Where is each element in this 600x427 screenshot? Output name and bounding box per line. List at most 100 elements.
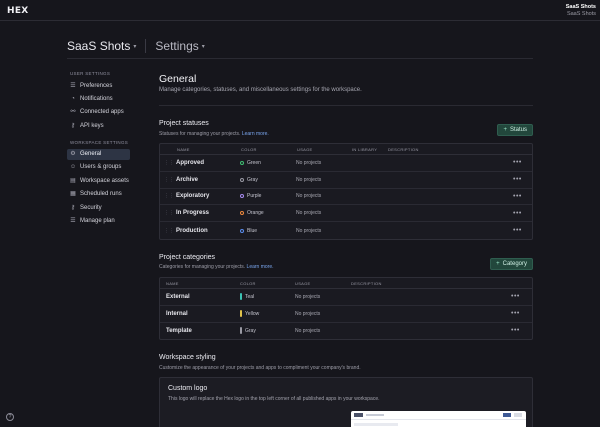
drag-handle-icon[interactable]: ⋮⋮ bbox=[164, 189, 174, 205]
sidebar-item-users-groups[interactable]: ☺ Users & groups bbox=[67, 162, 130, 173]
add-category-button[interactable]: + Category bbox=[490, 258, 533, 270]
breadcrumb-page[interactable]: Settings bbox=[155, 39, 198, 53]
table-row[interactable]: ⋮⋮ Exploratory Purple No projects ••• bbox=[160, 189, 532, 206]
row-color[interactable]: Blue bbox=[240, 222, 257, 239]
color-label: Yellow bbox=[245, 310, 260, 317]
sidebar-item-label: General bbox=[80, 151, 102, 158]
preview-button-secondary bbox=[514, 413, 522, 417]
sidebar: USER SETTINGS ☰ Preferences ◔ Notificati… bbox=[67, 70, 130, 229]
styling-title: Workspace styling bbox=[159, 354, 216, 361]
sidebar-item-workspace-assets[interactable]: ▤ Workspace assets bbox=[67, 175, 130, 186]
sidebar-item-connected-apps[interactable]: ⚯ Connected apps bbox=[67, 107, 130, 118]
color-label: Gray bbox=[245, 327, 256, 334]
row-color[interactable]: Teal bbox=[240, 289, 254, 305]
sidebar-item-security[interactable]: ⚷ Security bbox=[67, 202, 130, 213]
sidebar-item-label: Connected apps bbox=[80, 109, 124, 116]
row-usage: No projects bbox=[295, 293, 321, 300]
add-status-label: Status bbox=[509, 127, 527, 133]
row-usage: No projects bbox=[296, 176, 322, 183]
categories-learn-more-link[interactable]: Learn more. bbox=[247, 264, 274, 270]
table-row[interactable]: ⋮⋮ Production Blue No projects ••• bbox=[160, 222, 532, 239]
chevron-down-icon[interactable]: ▾ bbox=[202, 43, 205, 50]
row-name: In Progress bbox=[176, 210, 210, 217]
color-label: Gray bbox=[247, 176, 258, 183]
row-name: Exploratory bbox=[176, 193, 210, 200]
styling-subtitle: Customize the appearance of your project… bbox=[159, 365, 361, 371]
custom-logo-title: Custom logo bbox=[168, 385, 208, 392]
drag-handle-icon[interactable]: ⋮⋮ bbox=[164, 172, 174, 188]
key-icon: ⚷ bbox=[70, 204, 76, 211]
sidebar-item-api-keys[interactable]: ⚷ API keys bbox=[67, 120, 130, 131]
table-row[interactable]: Template Gray No projects ••• bbox=[160, 323, 532, 340]
sidebar-item-label: Users & groups bbox=[80, 164, 122, 171]
sidebar-item-notifications[interactable]: ◔ Notifications bbox=[67, 93, 130, 104]
more-options-icon[interactable]: ••• bbox=[513, 189, 522, 205]
sidebar-heading-workspace: WORKSPACE SETTINGS bbox=[70, 139, 129, 145]
sidebar-item-manage-plan[interactable]: ☰ Manage plan bbox=[67, 216, 130, 227]
breadcrumb-divider bbox=[145, 39, 147, 53]
row-color[interactable]: Yellow bbox=[240, 306, 259, 322]
sidebar-item-label: Manage plan bbox=[80, 218, 115, 225]
color-label: Green bbox=[247, 159, 261, 166]
row-color[interactable]: Green bbox=[240, 155, 261, 171]
table-row[interactable]: Internal Yellow No projects ••• bbox=[160, 306, 532, 323]
sidebar-item-general[interactable]: ⚙ General bbox=[67, 148, 130, 160]
more-options-icon[interactable]: ••• bbox=[513, 205, 522, 221]
help-icon[interactable]: ? bbox=[6, 413, 14, 421]
row-usage: No projects bbox=[296, 227, 322, 234]
more-options-icon[interactable]: ••• bbox=[511, 306, 520, 322]
page-title: General bbox=[159, 73, 197, 85]
table-row[interactable]: ⋮⋮ Approved Green No projects ••• bbox=[160, 155, 532, 172]
categories-subtitle-text: Categories for managing your projects. bbox=[159, 264, 246, 270]
table-row[interactable]: ⋮⋮ In Progress Orange No projects ••• bbox=[160, 205, 532, 223]
custom-logo-description: This logo will replace the Hex logo in t… bbox=[168, 396, 380, 402]
sidebar-item-label: API keys bbox=[80, 122, 104, 129]
row-name: Approved bbox=[176, 159, 205, 166]
users-icon: ☺ bbox=[70, 164, 77, 171]
color-swatch bbox=[240, 228, 244, 233]
color-label: Purple bbox=[247, 193, 262, 200]
more-options-icon[interactable]: ••• bbox=[511, 289, 520, 305]
col-name: NAME bbox=[177, 146, 190, 152]
plus-icon: + bbox=[503, 127, 507, 133]
preview-content-row bbox=[354, 423, 398, 426]
row-usage: No projects bbox=[296, 159, 322, 166]
sidebar-item-preferences[interactable]: ☰ Preferences bbox=[67, 80, 130, 91]
sidebar-item-label: Notifications bbox=[80, 95, 113, 102]
col-name: NAME bbox=[166, 280, 179, 286]
org-switcher[interactable]: SaaS Shots SaaS Shots bbox=[566, 4, 596, 18]
drag-handle-icon[interactable]: ⋮⋮ bbox=[164, 205, 174, 221]
sliders-icon: ☰ bbox=[70, 82, 76, 89]
more-options-icon[interactable]: ••• bbox=[511, 323, 520, 340]
page-subtitle: Manage categories, statuses, and miscell… bbox=[159, 87, 362, 93]
color-label: Blue bbox=[247, 227, 258, 234]
chevron-down-icon[interactable]: ▾ bbox=[133, 43, 136, 50]
statuses-learn-more-link[interactable]: Learn more. bbox=[242, 131, 269, 137]
section-divider bbox=[159, 105, 533, 106]
sliders-icon: ☰ bbox=[70, 218, 76, 225]
drag-handle-icon[interactable]: ⋮⋮ bbox=[164, 155, 174, 171]
sidebar-item-scheduled-runs[interactable]: ▦ Scheduled runs bbox=[67, 189, 130, 200]
hex-logo[interactable]: HEX bbox=[7, 6, 29, 16]
row-color[interactable]: Purple bbox=[240, 189, 261, 205]
col-usage: USAGE bbox=[295, 280, 311, 286]
key-icon: ⚷ bbox=[70, 122, 76, 129]
statuses-subtitle-text: Statuses for managing your projects. bbox=[159, 131, 241, 137]
more-options-icon[interactable]: ••• bbox=[513, 222, 522, 239]
statuses-table: NAME COLOR USAGE IN LIBRARY DESCRIPTION … bbox=[159, 143, 533, 240]
breadcrumb-workspace[interactable]: SaaS Shots bbox=[67, 39, 130, 53]
more-options-icon[interactable]: ••• bbox=[513, 155, 522, 171]
drag-handle-icon[interactable]: ⋮⋮ bbox=[164, 222, 174, 239]
row-color[interactable]: Gray bbox=[240, 323, 256, 340]
table-row[interactable]: ⋮⋮ Archive Gray No projects ••• bbox=[160, 172, 532, 189]
color-swatch bbox=[240, 310, 242, 318]
add-status-button[interactable]: + Status bbox=[497, 124, 533, 136]
row-color[interactable]: Orange bbox=[240, 205, 264, 221]
more-options-icon[interactable]: ••• bbox=[513, 172, 522, 188]
row-color[interactable]: Gray bbox=[240, 172, 258, 188]
org-name: SaaS Shots bbox=[565, 4, 596, 10]
table-row[interactable]: External Teal No projects ••• bbox=[160, 289, 532, 306]
col-color: COLOR bbox=[241, 146, 257, 152]
col-in-library: IN LIBRARY bbox=[352, 146, 378, 152]
color-swatch bbox=[240, 293, 242, 301]
